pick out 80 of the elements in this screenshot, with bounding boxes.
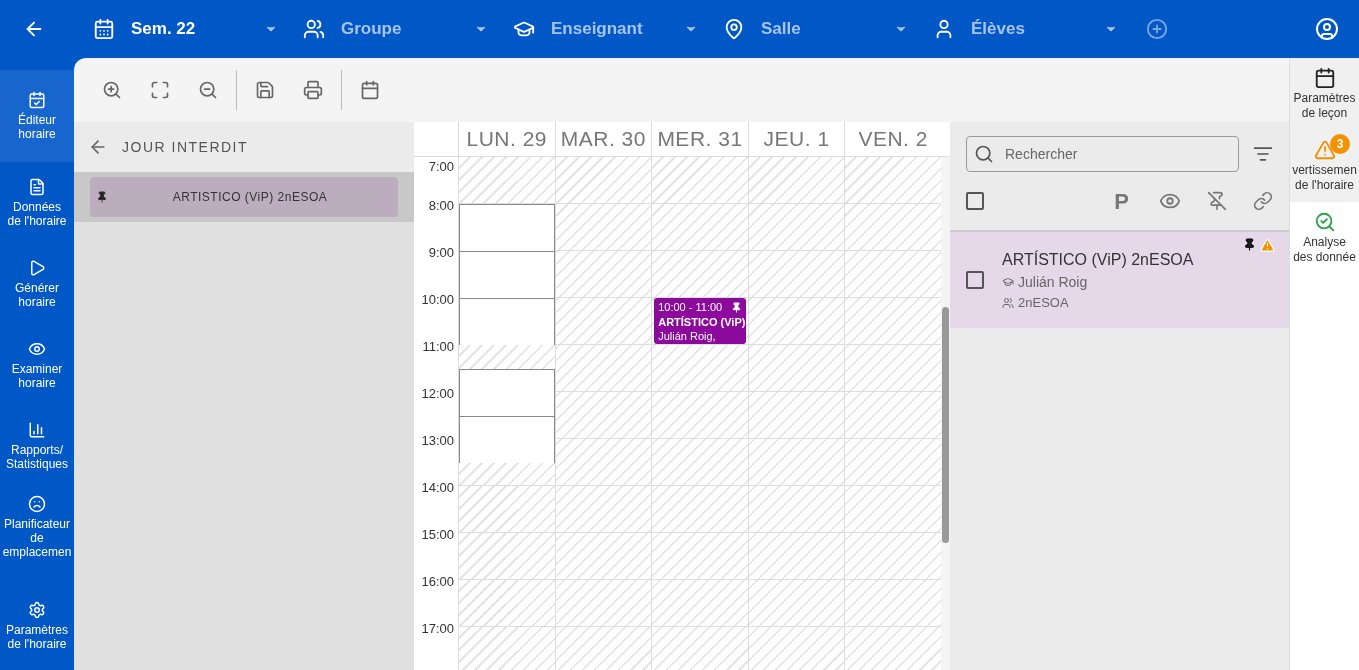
day-header: JEU. 1: [747, 122, 845, 156]
sidebar-icon: [28, 177, 46, 196]
scrollbar-thumb[interactable]: [941, 307, 949, 543]
sidebar-icon: [28, 420, 46, 439]
hour-label: 11:00: [422, 338, 454, 356]
hour-label: 14:00: [421, 479, 454, 497]
group-icon: [1002, 296, 1014, 309]
filter-dropdown[interactable]: Sem. 22: [93, 9, 278, 49]
filter-dropdown[interactable]: Groupe: [303, 9, 488, 49]
rail-item[interactable]: Paramètres de leçon: [1290, 58, 1359, 130]
link-icon[interactable]: [1253, 191, 1273, 211]
day-header: LUN. 29: [458, 122, 555, 156]
sidebar-icon: [28, 258, 46, 277]
add-icon[interactable]: [1146, 18, 1168, 40]
lesson-teacher: Julián Roig: [1018, 272, 1088, 292]
teacher-icon: [1002, 276, 1014, 289]
hour-label: 10:00: [421, 291, 454, 309]
available-slot[interactable]: [459, 368, 555, 392]
lesson-group: 2nESOA: [1018, 292, 1069, 313]
hour-label: 16:00: [421, 573, 454, 591]
available-slot[interactable]: [459, 298, 555, 322]
lesson-checkbox[interactable]: [966, 271, 984, 289]
count-badge: 3: [1330, 134, 1350, 154]
filter-icon[interactable]: [1253, 144, 1273, 164]
hour-label: 9:00: [428, 244, 454, 262]
rail-item[interactable]: 3 vertissemen de l'horaire: [1290, 130, 1359, 202]
lesson-event[interactable]: 10:00 - 11:00 ARTÍSTICO (ViP) Julián Roig,: [654, 298, 746, 344]
lesson-chip[interactable]: ARTISTICO (ViP) 2nESOA: [90, 177, 398, 217]
lesson-title: ARTÍSTICO (ViP) 2nESOA: [1002, 249, 1194, 270]
day-header: MER. 31: [651, 122, 748, 156]
sidebar-item[interactable]: Rapports/ Statistiques: [0, 405, 74, 486]
selector-icon: [723, 18, 745, 40]
sidebar-item[interactable]: Données de l'horaire: [0, 162, 74, 243]
day-header: VEN. 2: [844, 122, 941, 156]
panel-title: JOUR INTERDIT: [122, 137, 249, 157]
column-header[interactable]: P: [1114, 184, 1129, 218]
hour-label: 17:00: [421, 620, 454, 638]
hour-label: 13:00: [421, 432, 454, 450]
selector-icon: [303, 18, 325, 40]
sidebar-item[interactable]: Éditeur horaire: [0, 70, 74, 162]
account-icon[interactable]: [1315, 17, 1339, 41]
available-slot[interactable]: [459, 415, 555, 439]
zoom-in-icon[interactable]: [102, 80, 122, 100]
filter-dropdown[interactable]: Enseignant: [513, 9, 698, 49]
day-header: MAR. 30: [554, 122, 652, 156]
search-field[interactable]: Rechercher: [966, 136, 1239, 172]
rail-icon: [1313, 67, 1336, 89]
sidebar-icon: [28, 600, 46, 619]
sidebar-item[interactable]: Examiner horaire: [0, 324, 74, 405]
list-row[interactable]: ARTISTICO (ViP) 2nESOA: [74, 172, 414, 222]
sidebar-icon: [28, 494, 46, 513]
available-slot[interactable]: [459, 251, 555, 275]
available-slot[interactable]: [459, 392, 555, 416]
filter-dropdown[interactable]: Élèves: [933, 9, 1118, 49]
sidebar-icon: [28, 91, 46, 109]
sidebar-item[interactable]: Générer horaire: [0, 243, 74, 324]
hour-label: 8:00: [428, 197, 454, 215]
filter-dropdown[interactable]: Salle: [723, 9, 908, 49]
fit-screen-icon[interactable]: [150, 80, 170, 100]
hour-label: 7:00: [428, 158, 454, 176]
print-icon[interactable]: [303, 80, 323, 100]
calendar-icon[interactable]: [360, 80, 380, 100]
rail-icon: [1313, 211, 1336, 233]
event-time: 10:00 - 11:00: [658, 300, 723, 315]
available-slot[interactable]: [459, 274, 555, 298]
hour-label: 15:00: [421, 526, 454, 544]
lesson-card[interactable]: ARTÍSTICO (ViP) 2nESOA Julián Roig 2nESOA: [950, 230, 1289, 328]
selector-icon: [93, 18, 115, 40]
sidebar-item[interactable]: Planificateur de emplacemen: [0, 486, 74, 567]
search-icon: [974, 144, 994, 164]
select-all-checkbox[interactable]: [966, 192, 984, 210]
zoom-out-icon[interactable]: [198, 80, 218, 100]
hour-label: 12:00: [421, 385, 454, 403]
save-icon[interactable]: [255, 80, 275, 100]
event-teacher: Julián Roig,: [658, 330, 717, 342]
rail-icon: [1313, 139, 1336, 161]
available-slot[interactable]: [459, 204, 555, 228]
available-slot[interactable]: [459, 227, 555, 251]
unpin-icon[interactable]: [1207, 191, 1227, 211]
sidebar-item[interactable]: Paramètres de l'horaire: [0, 585, 74, 666]
